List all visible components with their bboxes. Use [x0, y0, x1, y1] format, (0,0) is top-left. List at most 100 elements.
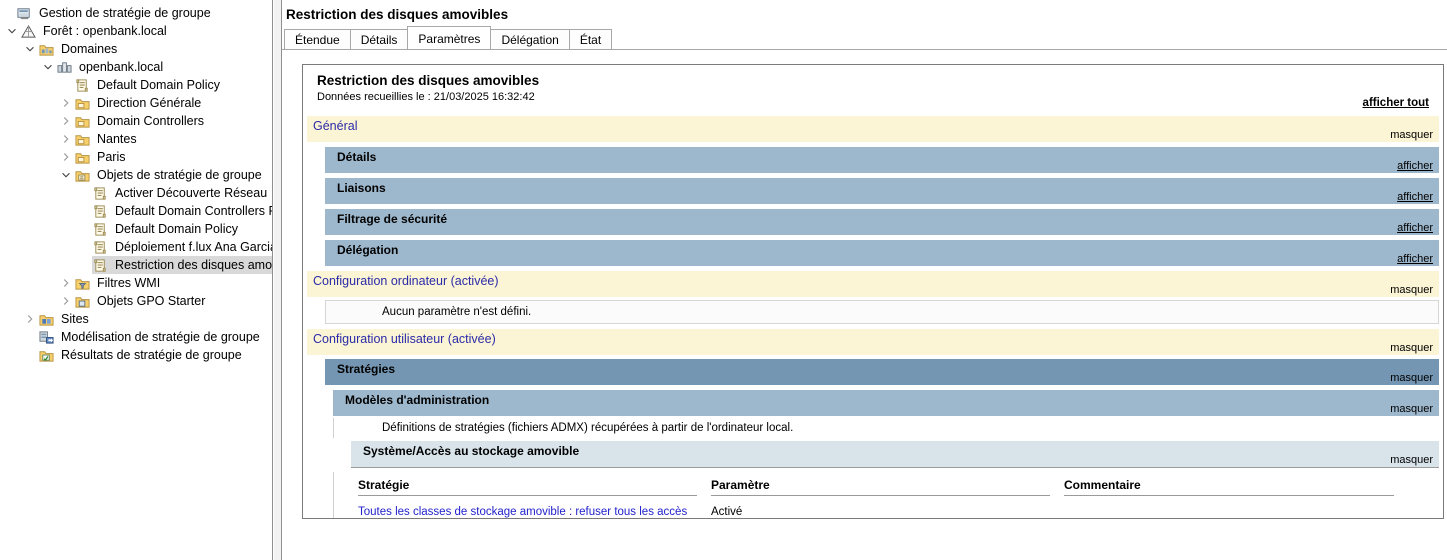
tree-item-label: Objets de stratégie de groupe	[95, 168, 264, 182]
tree-item-label: Domaines	[59, 42, 119, 56]
tree-item-surface[interactable]: openbank.local	[56, 58, 272, 76]
tree-item-sites[interactable]: Sites	[0, 310, 272, 328]
tree-indent	[0, 139, 58, 140]
tree-item-label: Résultats de stratégie de groupe	[59, 348, 244, 362]
tree-item-domain-controllers[interactable]: Domain Controllers	[0, 112, 272, 130]
tree-item-direction-g-n-rale[interactable]: Direction Générale	[0, 94, 272, 112]
tree-item-gestion-de-strat-gie-de-groupe[interactable]: Gestion de stratégie de groupe	[0, 4, 272, 22]
tree-item-label: Restriction des disques amovib	[113, 258, 272, 272]
tree-item-label: Objets GPO Starter	[95, 294, 207, 308]
column-header-param-tre: Paramètre	[711, 476, 1064, 499]
tab--tat[interactable]: État	[569, 29, 612, 49]
show-section-link[interactable]: afficher	[1397, 222, 1433, 234]
tree-item-surface[interactable]: Default Domain Controllers Po	[92, 202, 272, 220]
tree-expander-collapsed-icon[interactable]	[58, 95, 74, 111]
tree-expander-expanded-icon[interactable]	[40, 59, 56, 75]
tree-item-surface[interactable]: Nantes	[74, 130, 272, 148]
tree-item-surface[interactable]: Objets de stratégie de groupe	[74, 166, 272, 184]
tree-item-surface[interactable]: Gestion de stratégie de groupe	[16, 4, 272, 22]
section-label: Modèles d'administration	[345, 393, 489, 407]
tree-item-surface[interactable]: Objets GPO Starter	[74, 292, 272, 310]
tree-indent	[0, 121, 58, 122]
ou-folder-icon	[74, 95, 90, 111]
tab-strip: ÉtendueDétailsParamètresDélégationÉtat	[282, 28, 1447, 50]
tree-item-default-domain-policy[interactable]: Default Domain Policy	[0, 76, 272, 94]
section-header-configuration-utilisateur-activ-e: Configuration utilisateur (activée)masqu…	[307, 329, 1439, 355]
tree-expander-expanded-icon[interactable]	[4, 23, 20, 39]
tree-item-surface[interactable]: Domaines	[38, 40, 272, 58]
hide-section-link[interactable]: masquer	[1390, 284, 1433, 296]
gpo-title: Restriction des disques amovibles	[282, 0, 1447, 28]
tree-item-mod-lisation-de-strat-gie-de-groupe[interactable]: Modélisation de stratégie de groupe	[0, 328, 272, 346]
tree-item-surface[interactable]: Default Domain Policy	[92, 220, 272, 238]
tree-item-label: Déploiement f.lux Ana Garcia	[113, 240, 272, 254]
hide-section-link[interactable]: masquer	[1390, 342, 1433, 354]
policy-name-link[interactable]: Toutes les classes de stockage amovible …	[358, 499, 711, 519]
tree-item-surface[interactable]: Déploiement f.lux Ana Garcia	[92, 238, 272, 256]
hide-section-link[interactable]: masquer	[1390, 403, 1433, 415]
tree-expander-expanded-icon[interactable]	[22, 41, 38, 57]
tree-expander-collapsed-icon[interactable]	[58, 131, 74, 147]
show-section-link[interactable]: afficher	[1397, 160, 1433, 172]
tree-item-default-domain-policy[interactable]: Default Domain Policy	[0, 220, 272, 238]
tree-indent	[0, 229, 76, 230]
tree-expander-collapsed-icon[interactable]	[58, 149, 74, 165]
tree-expander-collapsed-icon[interactable]	[22, 311, 38, 327]
tree-item-domaines[interactable]: Domaines	[0, 40, 272, 58]
tab--tendue[interactable]: Étendue	[284, 29, 351, 49]
tree-item-paris[interactable]: Paris	[0, 148, 272, 166]
modeling-icon	[38, 329, 54, 345]
tree-item-surface[interactable]: Restriction des disques amovib	[92, 256, 272, 274]
tree-item-r-sultats-de-strat-gie-de-groupe[interactable]: Résultats de stratégie de groupe	[0, 346, 272, 364]
tree-expander-collapsed-icon[interactable]	[58, 113, 74, 129]
gpmc-console-icon	[16, 5, 32, 21]
tree-item-objets-de-strat-gie-de-groupe[interactable]: Objets de stratégie de groupe	[0, 166, 272, 184]
tree-item-surface[interactable]: Domain Controllers	[74, 112, 272, 130]
tree-item-surface[interactable]: Activer Découverte Réseau	[92, 184, 272, 202]
show-section-link[interactable]: afficher	[1397, 253, 1433, 265]
tree-item-label: Default Domain Policy	[113, 222, 240, 236]
tab-d-l-gation[interactable]: Délégation	[490, 29, 569, 49]
hide-section-link[interactable]: masquer	[1390, 454, 1433, 466]
tree-item-surface[interactable]: Default Domain Policy	[74, 76, 272, 94]
tree-item-surface[interactable]: Résultats de stratégie de groupe	[38, 346, 272, 364]
pane-splitter[interactable]	[274, 0, 282, 560]
tree-expander-expanded-icon[interactable]	[58, 167, 74, 183]
gpo-icon	[92, 257, 108, 273]
tree-indent	[0, 211, 76, 212]
subsection-band-syst-me-acc-s-au-stockage-amovible: Système/Accès au stockage amoviblemasque…	[351, 441, 1439, 468]
tree-item-default-domain-controllers-po[interactable]: Default Domain Controllers Po	[0, 202, 272, 220]
tree-item-openbank-local[interactable]: openbank.local	[0, 58, 272, 76]
tree-item-objets-gpo-starter[interactable]: Objets GPO Starter	[0, 292, 272, 310]
tree-expander-collapsed-icon[interactable]	[58, 275, 74, 291]
tab-param-tres[interactable]: Paramètres	[407, 26, 491, 49]
tree-item-activer-d-couverte-r-seau[interactable]: Activer Découverte Réseau	[0, 184, 272, 202]
settings-table-wrap: StratégieParamètreCommentaireToutes les …	[333, 472, 1439, 519]
subsection-band-strat-gies: Stratégiesmasquer	[325, 359, 1439, 385]
tree-item-d-ploiement-f-lux-ana-garcia[interactable]: Déploiement f.lux Ana Garcia	[0, 238, 272, 256]
policy-comment-value	[1064, 499, 1408, 519]
tree-item-surface[interactable]: Filtres WMI	[74, 274, 272, 292]
section-header-g-n-ral: Généralmasquer	[307, 116, 1439, 142]
tree-item-label: Paris	[95, 150, 127, 164]
hide-section-link[interactable]: masquer	[1390, 372, 1433, 384]
hide-section-link[interactable]: masquer	[1390, 129, 1433, 141]
tree-item-restriction-des-disques-amovib[interactable]: Restriction des disques amovib	[0, 256, 272, 274]
show-all-link[interactable]: afficher tout	[1363, 97, 1429, 109]
tree-item-for-t-openbank-local[interactable]: Forêt : openbank.local	[0, 22, 272, 40]
tree-item-surface[interactable]: Direction Générale	[74, 94, 272, 112]
tree-item-surface[interactable]: Paris	[74, 148, 272, 166]
tree-item-surface[interactable]: Modélisation de stratégie de groupe	[38, 328, 272, 346]
tree-expander-empty	[76, 257, 92, 273]
tree-expander-collapsed-icon[interactable]	[58, 293, 74, 309]
tree-item-surface[interactable]: Forêt : openbank.local	[20, 22, 272, 40]
console-tree: Gestion de stratégie de groupeForêt : op…	[0, 0, 273, 560]
details-pane: Restriction des disques amovibles Étendu…	[282, 0, 1447, 560]
tree-item-filtres-wmi[interactable]: Filtres WMI	[0, 274, 272, 292]
tab-d-tails[interactable]: Détails	[350, 29, 409, 49]
tree-item-surface[interactable]: Sites	[38, 310, 272, 328]
tree-item-nantes[interactable]: Nantes	[0, 130, 272, 148]
show-section-link[interactable]: afficher	[1397, 191, 1433, 203]
report-header: Restriction des disques amovibles Donnée…	[307, 69, 1439, 111]
tree-expander-empty	[58, 77, 74, 93]
